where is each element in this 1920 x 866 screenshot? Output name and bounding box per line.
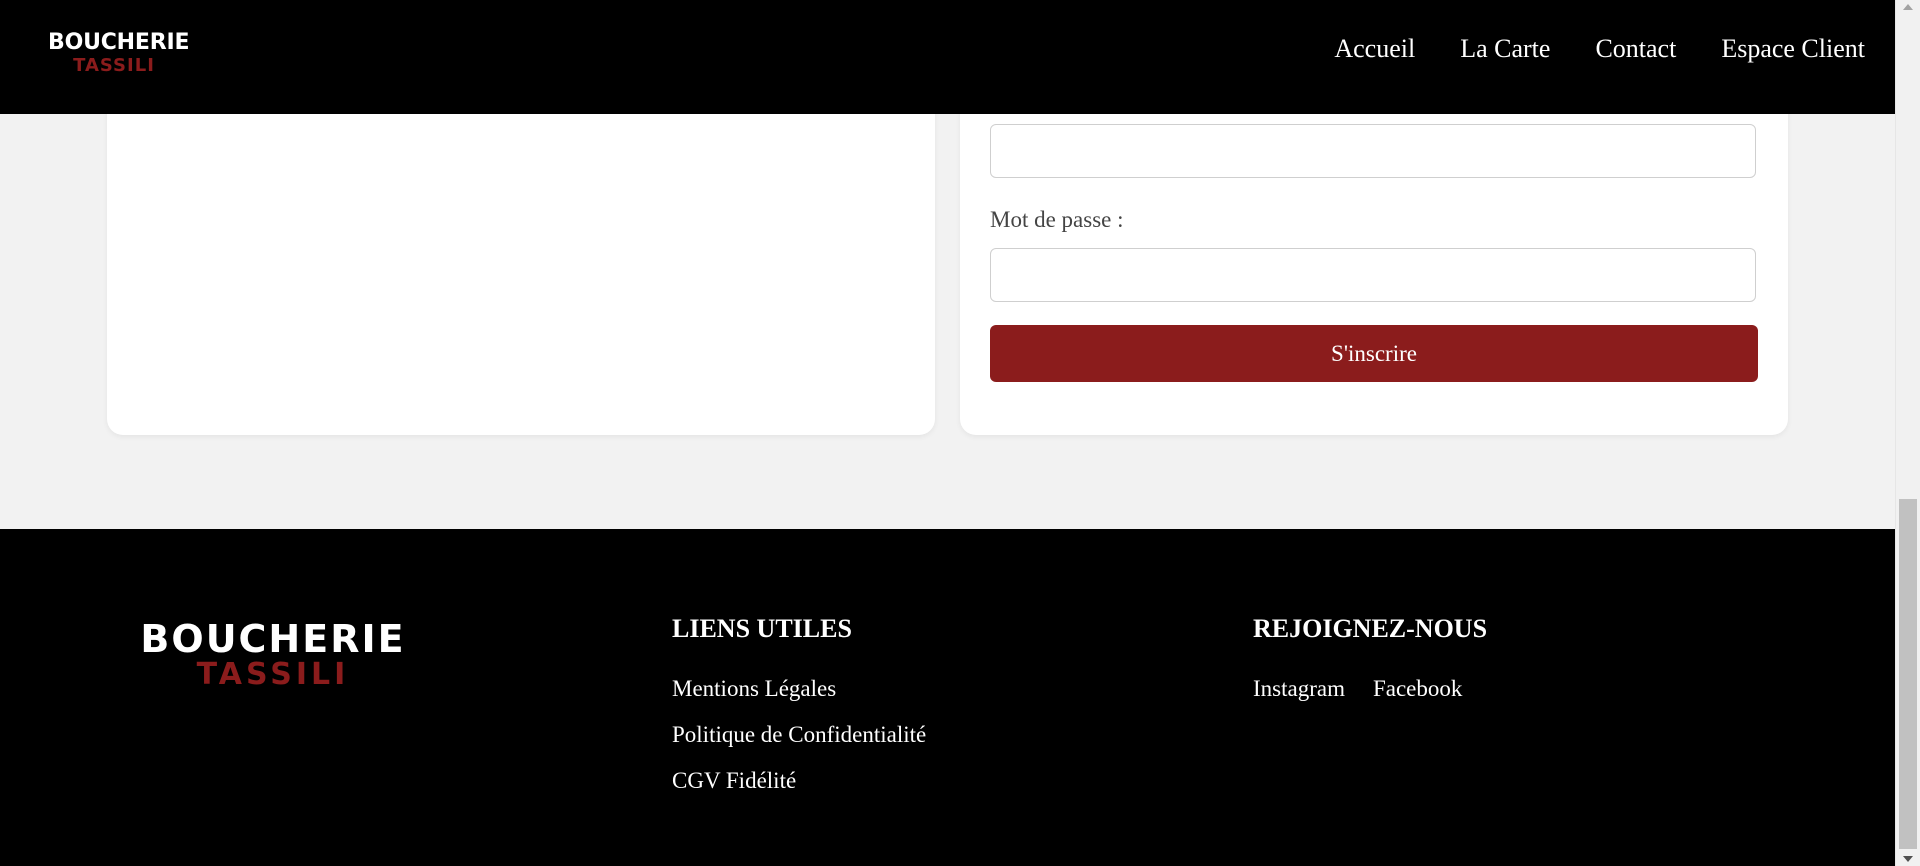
logo-text-tassili: TASSILI [73, 55, 155, 76]
signup-button[interactable]: S'inscrire [990, 325, 1758, 382]
nav-link-espace-client[interactable]: Espace Client [1721, 33, 1865, 65]
footer-links-list: Mentions Légales Politique de Confidenti… [672, 675, 926, 795]
scrollbar-thumb[interactable] [1899, 499, 1917, 849]
main-nav: Accueil La Carte Contact Espace Client [1334, 33, 1865, 65]
password-label: Mot de passe : [990, 207, 1124, 232]
footer-link-instagram[interactable]: Instagram [1253, 675, 1345, 703]
email-field[interactable] [990, 124, 1756, 178]
logo-text-boucherie: BOUCHERIE [48, 30, 190, 55]
footer-links-title: LIENS UTILES [672, 614, 852, 643]
footer-logo: BOUCHERIE TASSILI [130, 619, 416, 691]
footer-link-politique-confidentialite[interactable]: Politique de Confidentialité [672, 721, 926, 749]
nav-link-accueil[interactable]: Accueil [1334, 33, 1415, 65]
site-header: BOUCHERIE TASSILI Accueil La Carte Conta… [0, 0, 1895, 114]
header-logo[interactable]: BOUCHERIE TASSILI [48, 30, 190, 76]
scroll-up-arrow-icon[interactable] [1903, 4, 1913, 10]
nav-link-contact[interactable]: Contact [1595, 33, 1676, 65]
footer-social-column: REJOIGNEZ-NOUS Instagram Facebook [1253, 613, 1487, 703]
footer-link-facebook[interactable]: Facebook [1373, 675, 1462, 703]
site-footer: BOUCHERIE TASSILI LIENS UTILES Mentions … [0, 529, 1895, 866]
footer-links-column: LIENS UTILES Mentions Légales Politique … [672, 613, 926, 813]
footer-logo-text-tassili: TASSILI [196, 657, 350, 692]
page-scrollbar[interactable] [1895, 0, 1920, 866]
footer-link-cgv-fidelite[interactable]: CGV Fidélité [672, 767, 926, 795]
footer-link-mentions-legales[interactable]: Mentions Légales [672, 675, 926, 703]
scroll-down-arrow-icon[interactable] [1903, 856, 1913, 862]
footer-social-links: Instagram Facebook [1253, 675, 1487, 703]
nav-link-la-carte[interactable]: La Carte [1460, 33, 1550, 65]
footer-social-title: REJOIGNEZ-NOUS [1253, 614, 1488, 643]
password-field[interactable] [990, 248, 1756, 302]
footer-logo-text-boucherie: BOUCHERIE [140, 617, 406, 661]
